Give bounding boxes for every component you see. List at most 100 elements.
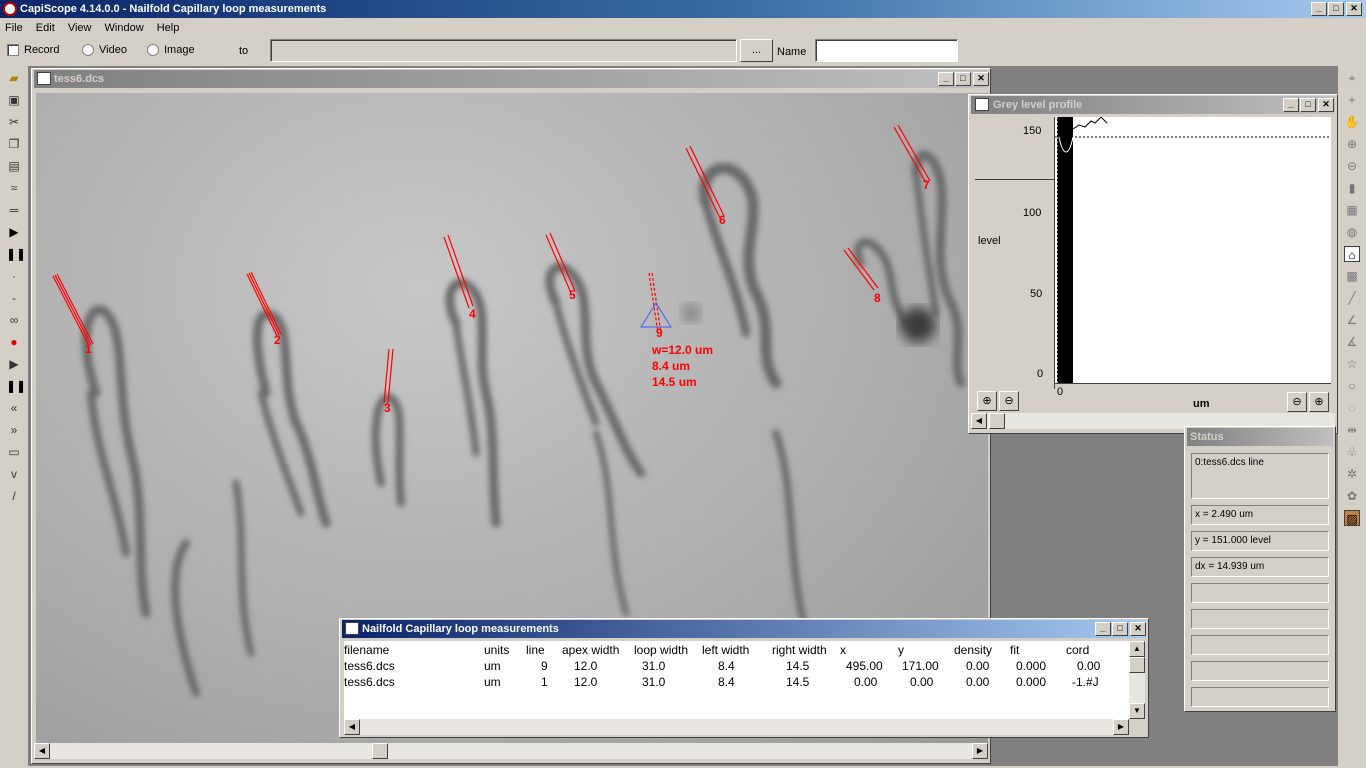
play-small-icon[interactable]: ▶ — [6, 356, 22, 372]
marker-6[interactable]: 6 — [719, 213, 726, 227]
zoom-out-y-icon[interactable]: ⊖ — [999, 391, 1019, 411]
marker-8[interactable]: 8 — [874, 291, 881, 305]
lines-icon[interactable]: ═ — [6, 202, 22, 218]
circle-icon[interactable]: ○ — [1344, 378, 1360, 394]
fill-icon[interactable]: ✿ — [1344, 488, 1360, 504]
meas-close-button[interactable]: ✕ — [1130, 622, 1146, 636]
meas-horizontal-scrollbar[interactable]: ◀ ▶ — [344, 719, 1129, 735]
plus-cursor-icon[interactable]: + — [1344, 92, 1360, 108]
browse-button[interactable]: ... — [740, 39, 773, 62]
meas-scroll-left[interactable]: ◀ — [344, 719, 360, 735]
marker-3[interactable]: 3 — [384, 401, 391, 415]
freehand-icon[interactable]: ☆ — [1344, 356, 1360, 372]
zoom-in-x-icon[interactable]: ⊕ — [1309, 392, 1329, 412]
menu-view[interactable]: View — [63, 22, 97, 34]
marker-9[interactable]: 9 — [656, 326, 663, 340]
meas-vertical-scrollbar[interactable]: ▲ ▼ — [1129, 641, 1145, 719]
marker-2[interactable]: 2 — [274, 333, 281, 347]
image-close-button[interactable]: ✕ — [973, 72, 989, 86]
scroll-left-button[interactable]: ◀ — [34, 743, 50, 759]
meas-scroll-thumb[interactable] — [1129, 657, 1145, 673]
line-measure-icon[interactable]: ╱ — [1344, 290, 1360, 306]
name-input[interactable] — [815, 39, 958, 62]
grey-scroll-left[interactable]: ◀ — [971, 413, 987, 429]
paste-icon[interactable]: ▤ — [6, 158, 22, 174]
width-tool-icon[interactable]: ⇹ — [1344, 422, 1360, 438]
camera-icon[interactable]: ▭ — [6, 444, 22, 460]
open-icon[interactable]: ▰ — [6, 70, 22, 86]
meas-scroll-down[interactable]: ▼ — [1129, 703, 1145, 719]
apex-width-label: w=12.0 um — [652, 343, 714, 357]
scroll-right-button[interactable]: ▶ — [972, 743, 988, 759]
play-icon[interactable]: ▶ — [6, 224, 22, 240]
zoom-out-x-icon[interactable]: ⊖ — [1287, 392, 1307, 412]
table-icon — [345, 622, 359, 635]
meas-scroll-up[interactable]: ▲ — [1129, 641, 1145, 657]
image-radio[interactable] — [147, 44, 159, 56]
image-maximize-button[interactable]: □ — [955, 72, 971, 86]
close-button[interactable]: ✕ — [1346, 2, 1362, 16]
record-checkbox[interactable] — [7, 44, 19, 56]
x-tick-0: 0 — [1057, 386, 1064, 398]
meas-maximize-button[interactable]: □ — [1112, 622, 1128, 636]
profile-plot-area[interactable] — [1055, 117, 1331, 383]
axis-divider — [975, 179, 1055, 180]
grey-minimize-button[interactable]: _ — [1283, 98, 1299, 112]
crosshair-icon[interactable]: ⌖ — [1344, 70, 1360, 86]
zoom-in-y-icon[interactable]: ⊕ — [977, 391, 997, 411]
image-horizontal-scrollbar[interactable]: ◀ ▶ — [34, 743, 988, 759]
globe-icon[interactable]: ◍ — [1344, 224, 1360, 240]
wave-icon[interactable]: ≈ — [6, 180, 22, 196]
left-toolbar: ▰ ▣ ✂ ❐ ▤ ≈ ═ ▶ ❚❚ · - ∞ ● ▶ ❚❚ « » ▭ v … — [0, 66, 28, 766]
scroll-thumb[interactable] — [372, 743, 388, 759]
menu-edit[interactable]: Edit — [31, 22, 60, 34]
glasses-icon[interactable]: ∞ — [6, 312, 22, 328]
dot-icon[interactable]: · — [6, 268, 22, 284]
path-field[interactable] — [270, 39, 737, 62]
marker-1[interactable]: 1 — [85, 342, 92, 356]
cell-right-width: 14.5 — [786, 675, 810, 689]
marker-7[interactable]: 7 — [923, 178, 930, 192]
grid-icon[interactable]: ▦ — [1344, 202, 1360, 218]
table-row[interactable]: tess6.dcs um 1 12.0 31.0 8.4 14.5 0.00 0… — [344, 675, 1129, 691]
copy-icon[interactable]: ❐ — [6, 136, 22, 152]
image-settings-icon[interactable]: ▨ — [1344, 510, 1360, 526]
home-tool-icon[interactable]: ⌂ — [1344, 246, 1360, 262]
maximize-button[interactable]: □ — [1328, 2, 1344, 16]
menu-help[interactable]: Help — [152, 22, 185, 34]
line-tool-icon[interactable]: / — [6, 488, 22, 504]
record-dot-icon[interactable]: ● — [6, 334, 22, 350]
y-axis-label: level — [978, 235, 1001, 247]
rewind-icon[interactable]: « — [6, 400, 22, 416]
grey-maximize-button[interactable]: □ — [1300, 98, 1316, 112]
marker-5[interactable]: 5 — [569, 288, 576, 302]
v-icon[interactable]: v — [6, 466, 22, 482]
loop-tool-icon[interactable]: ♧ — [1344, 444, 1360, 460]
fast-forward-icon[interactable]: » — [6, 422, 22, 438]
pause-icon[interactable]: ❚❚ — [6, 246, 26, 262]
image-minimize-button[interactable]: _ — [938, 72, 954, 86]
marker-4[interactable]: 4 — [469, 307, 476, 321]
cut-icon[interactable]: ✂ — [6, 114, 22, 130]
bug-icon[interactable]: ✲ — [1344, 466, 1360, 482]
video-radio[interactable] — [82, 44, 94, 56]
grey-close-button[interactable]: ✕ — [1318, 98, 1334, 112]
save-icon[interactable]: ▣ — [6, 92, 22, 108]
zoom-out-icon[interactable]: ⊖ — [1344, 158, 1360, 174]
measure-grid-icon[interactable]: ▩ — [1344, 268, 1360, 284]
meas-scroll-right[interactable]: ▶ — [1113, 719, 1129, 735]
table-row[interactable]: tess6.dcs um 9 12.0 31.0 8.4 14.5 495.00… — [344, 659, 1129, 675]
dash-icon[interactable]: - — [6, 290, 22, 306]
clipboard-icon[interactable]: ▮ — [1344, 180, 1360, 196]
pause-small-icon[interactable]: ❚❚ — [6, 378, 26, 394]
polyline-icon[interactable]: ∠ — [1344, 312, 1360, 328]
angle-icon[interactable]: ∡ — [1344, 334, 1360, 350]
menu-file[interactable]: File — [0, 22, 28, 34]
grey-scroll-thumb[interactable] — [989, 413, 1005, 429]
ellipse-icon[interactable]: ◌ — [1344, 400, 1360, 416]
menu-window[interactable]: Window — [100, 22, 149, 34]
minimize-button[interactable]: _ — [1311, 2, 1327, 16]
zoom-in-icon[interactable]: ⊕ — [1344, 136, 1360, 152]
hand-icon[interactable]: ✋ — [1344, 114, 1360, 130]
meas-minimize-button[interactable]: _ — [1095, 622, 1111, 636]
